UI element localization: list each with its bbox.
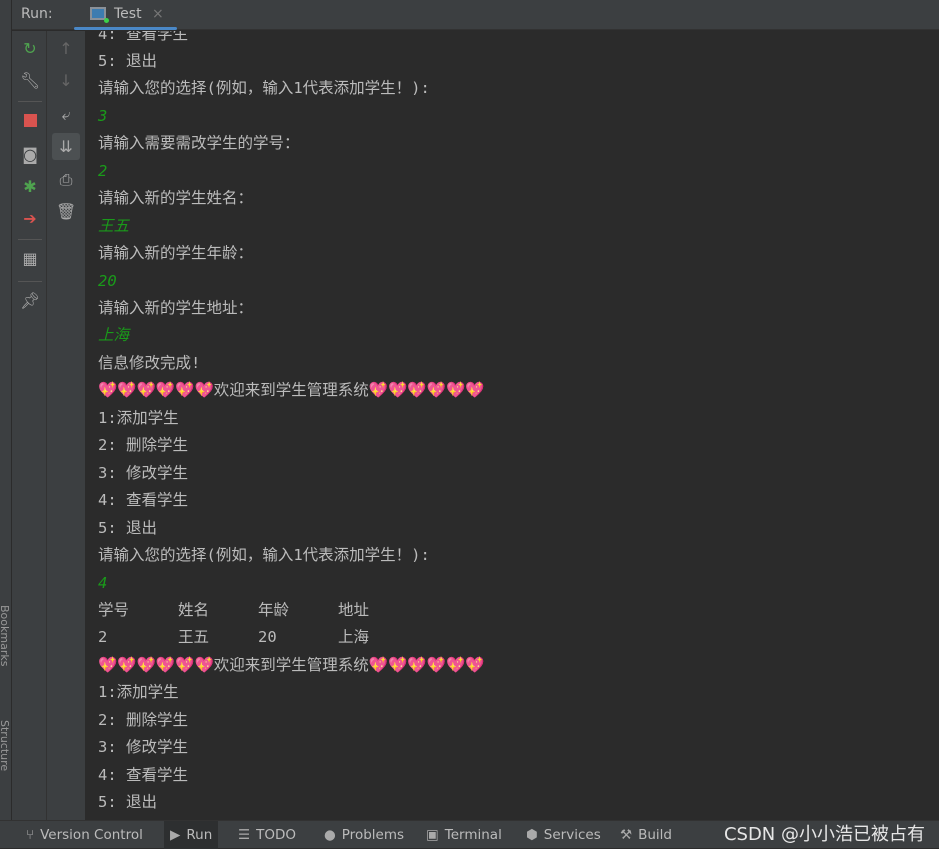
tab-underline	[74, 27, 177, 30]
exit-icon[interactable]: ➔	[20, 209, 40, 229]
bottom-tab-label: Run	[186, 827, 213, 843]
run-toolbar: ↻ 🔧︎ ◙ ✱ ➔ ▦ 📌︎	[12, 31, 47, 820]
running-indicator-icon	[104, 18, 109, 23]
console-line: 请输入需要需改学生的学号：	[98, 134, 300, 153]
run-label: Run:	[21, 6, 53, 22]
console-line: 1:添加学生	[98, 408, 179, 427]
user-input-line: 王五	[98, 216, 130, 235]
run-toolwindow-header: Run: Test ×	[12, 0, 939, 30]
table-row: 2 王五 20 上海	[98, 624, 485, 651]
console-line: 5: 退出	[98, 793, 157, 812]
divider	[18, 239, 42, 240]
console-line: 3: 修改学生	[98, 738, 188, 757]
bookmarks-tab[interactable]: Bookmarks	[0, 605, 11, 666]
console-line: 2: 删除学生	[98, 436, 188, 455]
csdn-watermark: CSDN @小小浩已被占有	[723, 824, 925, 845]
bottom-tab-label: Problems	[341, 827, 405, 843]
left-side-strip: Bookmarks Structure	[0, 0, 12, 820]
todo-icon: ☰	[238, 827, 251, 843]
console-line: 3: 修改学生	[98, 463, 188, 482]
bottom-tab-label: Version Control	[40, 827, 143, 843]
bottom-tool-bar: ⑂ Version Control ▶ Run ☰ TODO ● Problems ▣ Termi…	[0, 820, 939, 849]
console-line: 2: 删除学生	[98, 710, 188, 729]
bottom-tab-run[interactable]: ▶ Run	[164, 821, 219, 849]
console-toolbar: ↑ ↓ ⤶ ⇊ ⎙ 🗑︎	[47, 31, 85, 820]
user-input-line: 20	[98, 271, 117, 290]
console-line: 请输入新的学生姓名：	[98, 189, 254, 208]
console-line: 5: 退出	[98, 51, 157, 70]
problems-icon: ●	[324, 827, 336, 843]
soft-wrap-icon[interactable]: ⤶	[56, 105, 76, 125]
table-cell: 20	[258, 628, 277, 647]
user-input-line: 4	[98, 573, 108, 592]
console-line: 请输入新的学生年龄：	[98, 244, 254, 263]
user-input-line: 2	[98, 161, 108, 180]
structure-tab[interactable]: Structure	[0, 720, 11, 771]
table-cell: 学号	[98, 601, 130, 620]
table-row: 学号 姓名 年龄 地址	[98, 597, 485, 624]
divider	[18, 281, 42, 282]
console-line: 💖💖💖💖💖💖欢迎来到学生管理系统💖💖💖💖💖💖	[98, 655, 485, 674]
close-tab-icon[interactable]: ×	[152, 6, 164, 22]
console-line: 1:添加学生	[98, 683, 179, 702]
print-icon[interactable]: ⎙	[56, 170, 76, 190]
settings-wrench-icon[interactable]: 🔧︎	[20, 71, 40, 91]
terminal-icon: ▣	[426, 827, 439, 843]
console-line: 请输入新的学生地址：	[98, 299, 254, 318]
down-arrow-icon[interactable]: ↓	[56, 71, 76, 91]
trash-icon[interactable]: 🗑︎	[56, 202, 76, 222]
divider	[18, 101, 42, 102]
table-cell: 地址	[338, 601, 370, 620]
console-line: 请输入您的选择(例如，输入1代表添加学生！):	[98, 546, 430, 565]
debug-icon[interactable]: ✱	[20, 177, 40, 197]
bottom-tab-label: TODO	[256, 827, 297, 843]
bottom-tab-services[interactable]: ⬢ Services	[520, 821, 607, 849]
bottom-tab-label: Terminal	[444, 827, 502, 843]
stop-icon[interactable]	[20, 111, 40, 131]
table-cell: 王五	[178, 628, 210, 647]
console-output[interactable]: 4: 查看学生 5: 退出 请输入您的选择(例如，输入1代表添加学生！): 3 请输入需…	[85, 31, 939, 820]
bottom-tab-todo[interactable]: ☰ TODO	[232, 821, 302, 849]
screenshot-camera-icon[interactable]: ◙	[20, 145, 40, 165]
table-cell: 姓名	[178, 601, 210, 620]
layout-icon[interactable]: ▦	[20, 249, 40, 269]
table-cell: 上海	[338, 628, 370, 647]
up-arrow-icon[interactable]: ↑	[56, 39, 76, 59]
bottom-tab-label: Build	[638, 827, 672, 843]
version-control-icon: ⑂	[26, 827, 35, 843]
rerun-icon[interactable]: ↻	[20, 39, 40, 59]
bottom-tab-label: Services	[543, 827, 601, 843]
build-icon: ⚒	[620, 827, 633, 843]
console-line: 💖💖💖💖💖💖欢迎来到学生管理系统💖💖💖💖💖💖	[98, 381, 485, 400]
pin-icon[interactable]: 📌︎	[20, 291, 40, 311]
tab-label: Test	[114, 6, 142, 22]
scroll-to-end-icon[interactable]: ⇊	[52, 133, 80, 160]
console-line: 请输入您的选择(例如，输入1代表添加学生！):	[98, 79, 430, 98]
console-line: 5: 退出	[98, 518, 157, 537]
console-line: 4: 查看学生	[98, 491, 188, 510]
table-cell: 年龄	[258, 601, 290, 620]
bottom-tab-problems[interactable]: ● Problems	[318, 821, 410, 849]
bottom-tab-terminal[interactable]: ▣ Terminal	[420, 821, 508, 849]
console-line: 4: 查看学生	[98, 765, 188, 784]
user-input-line: 上海	[98, 326, 130, 345]
user-input-line: 3	[98, 106, 108, 125]
tab-test[interactable]: Test ×	[74, 0, 177, 30]
services-icon: ⬢	[526, 827, 538, 843]
console-line: 4: 查看学生	[98, 31, 188, 43]
bottom-tab-build[interactable]: ⚒ Build	[614, 821, 678, 849]
run-icon: ▶	[170, 827, 181, 843]
table-cell: 2	[98, 628, 108, 647]
bottom-tab-version-control[interactable]: ⑂ Version Control	[20, 821, 149, 849]
console-line: 信息修改完成!	[98, 353, 201, 372]
